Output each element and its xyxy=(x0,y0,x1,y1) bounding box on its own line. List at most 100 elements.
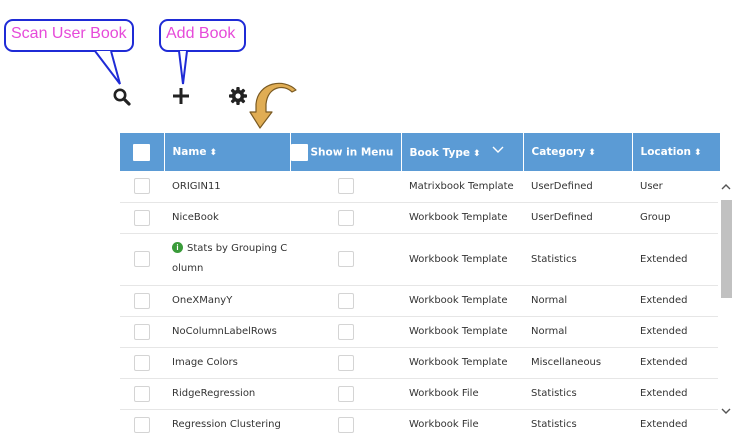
show-in-menu-checkbox[interactable] xyxy=(337,385,354,402)
category-cell: Normal xyxy=(523,285,632,317)
column-header-label: Location xyxy=(640,146,692,158)
show-in-menu-checkbox[interactable] xyxy=(337,251,354,267)
info-icon[interactable]: i xyxy=(172,242,183,253)
row-select-checkbox[interactable] xyxy=(134,292,150,309)
name-cell[interactable]: i Stats by Grouping C olumn xyxy=(164,233,290,286)
column-header-location[interactable]: Location ⬍ xyxy=(632,133,721,171)
show-in-menu-checkbox[interactable] xyxy=(337,416,354,433)
name-cell[interactable]: Regression Clustering xyxy=(164,409,290,434)
show-in-menu-checkbox[interactable] xyxy=(337,178,354,195)
name-cell[interactable]: NoColumnLabelRows xyxy=(164,316,290,348)
category-cell: UserDefined xyxy=(523,202,632,234)
name-text-continued: olumn xyxy=(172,263,204,274)
table-row[interactable]: NoColumnLabelRows Workbook Template Norm… xyxy=(120,316,720,348)
callout-label: Scan User Book xyxy=(11,25,127,42)
table-row[interactable]: ORIGIN11 Matrixbook Template UserDefined… xyxy=(120,171,720,203)
select-all-header xyxy=(120,133,165,171)
table-row[interactable]: NiceBook Workbook Template UserDefined G… xyxy=(120,202,720,234)
search-icon[interactable] xyxy=(112,87,132,111)
row-select-checkbox[interactable] xyxy=(134,385,150,402)
column-header-category[interactable]: Category ⬍ xyxy=(523,133,633,171)
book-type-cell: Workbook Template xyxy=(401,233,523,286)
table-row[interactable]: RidgeRegression Workbook File Statistics… xyxy=(120,378,720,410)
vertical-scrollbar[interactable] xyxy=(718,171,734,434)
sort-icon[interactable]: ⬍ xyxy=(209,148,217,158)
location-cell: Extended xyxy=(632,378,720,410)
book-type-cell: Workbook Template xyxy=(401,316,523,348)
table-row[interactable]: Regression Clustering Workbook File Stat… xyxy=(120,409,720,434)
show-in-menu-cell xyxy=(290,233,401,286)
show-in-menu-checkbox[interactable] xyxy=(337,354,354,371)
book-type-cell: Workbook File xyxy=(401,378,523,410)
row-select-checkbox[interactable] xyxy=(134,209,150,226)
sort-icon[interactable]: ⬍ xyxy=(473,149,481,159)
show-in-menu-cell xyxy=(290,316,401,348)
select-all-checkbox[interactable] xyxy=(133,143,151,161)
column-header-label: Category xyxy=(531,146,586,158)
name-text: Stats by Grouping C xyxy=(187,243,288,254)
table-header-row: Name ⬍ Show in Menu Book Type ⬍ Category ⬍ … xyxy=(120,133,721,171)
show-in-menu-cell xyxy=(290,171,401,203)
select-cell xyxy=(120,347,164,379)
category-cell: Normal xyxy=(523,316,632,348)
book-type-cell: Matrixbook Template xyxy=(401,171,523,203)
column-header-book-type[interactable]: Book Type ⬍ xyxy=(401,133,524,171)
table-row[interactable]: Image Colors Workbook Template Miscellan… xyxy=(120,347,720,379)
plus-icon[interactable] xyxy=(171,86,191,110)
location-cell: Extended xyxy=(632,409,720,434)
book-type-cell: Workbook Template xyxy=(401,285,523,317)
sort-icon[interactable]: ⬍ xyxy=(588,148,596,158)
select-cell xyxy=(120,316,164,348)
book-type-cell: Workbook File xyxy=(401,409,523,434)
name-cell[interactable]: OneXManyY xyxy=(164,285,290,317)
show-in-menu-cell xyxy=(290,202,401,234)
show-in-menu-checkbox[interactable] xyxy=(337,292,354,309)
scan-user-book-callout: Scan User Book xyxy=(4,19,134,52)
scroll-up-arrow-icon[interactable] xyxy=(720,181,732,193)
scrollbar-thumb[interactable] xyxy=(721,200,732,298)
row-select-checkbox[interactable] xyxy=(134,251,150,267)
category-cell: Statistics xyxy=(523,233,632,286)
column-header-label: Show in Menu xyxy=(310,146,394,158)
table-row[interactable]: i Stats by Grouping C olumn Workbook Temp… xyxy=(120,233,720,286)
select-cell xyxy=(120,233,164,286)
table-row[interactable]: OneXManyY Workbook Template Normal Exten… xyxy=(120,285,720,317)
select-cell xyxy=(120,202,164,234)
select-cell xyxy=(120,378,164,410)
location-cell: Extended xyxy=(632,347,720,379)
add-book-callout: Add Book xyxy=(159,19,246,52)
show-in-menu-cell xyxy=(290,285,401,317)
select-cell xyxy=(120,409,164,434)
name-cell[interactable]: ORIGIN11 xyxy=(164,171,290,203)
book-type-cell: Workbook Template xyxy=(401,347,523,379)
callout-pointer xyxy=(94,50,121,85)
select-cell xyxy=(120,171,164,203)
row-select-checkbox[interactable] xyxy=(134,354,150,371)
user-book-table: Name ⬍ Show in Menu Book Type ⬍ Category ⬍ … xyxy=(120,133,734,434)
name-cell[interactable]: NiceBook xyxy=(164,202,290,234)
row-select-checkbox[interactable] xyxy=(134,416,150,433)
name-cell[interactable]: Image Colors xyxy=(164,347,290,379)
column-header-show-in-menu: Show in Menu xyxy=(290,133,402,171)
show-in-menu-cell xyxy=(290,378,401,410)
category-cell: UserDefined xyxy=(523,171,632,203)
chevron-down-icon[interactable] xyxy=(492,146,504,154)
scroll-down-arrow-icon[interactable] xyxy=(720,405,732,417)
show-in-menu-all-checkbox[interactable] xyxy=(290,143,308,161)
category-cell: Statistics xyxy=(523,409,632,434)
show-in-menu-checkbox[interactable] xyxy=(337,323,354,340)
column-header-label: Book Type xyxy=(409,146,470,159)
location-cell: User xyxy=(632,171,720,203)
show-in-menu-checkbox[interactable] xyxy=(337,209,354,226)
column-header-label: Name xyxy=(172,146,207,158)
row-select-checkbox[interactable] xyxy=(134,178,150,195)
callout-label: Add Book xyxy=(166,25,236,42)
row-select-checkbox[interactable] xyxy=(134,323,150,340)
location-cell: Extended xyxy=(632,233,720,286)
show-in-menu-cell xyxy=(290,347,401,379)
category-cell: Miscellaneous xyxy=(523,347,632,379)
name-cell[interactable]: RidgeRegression xyxy=(164,378,290,410)
book-type-cell: Workbook Template xyxy=(401,202,523,234)
sort-icon[interactable]: ⬍ xyxy=(694,148,702,158)
column-header-name[interactable]: Name ⬍ xyxy=(164,133,291,171)
